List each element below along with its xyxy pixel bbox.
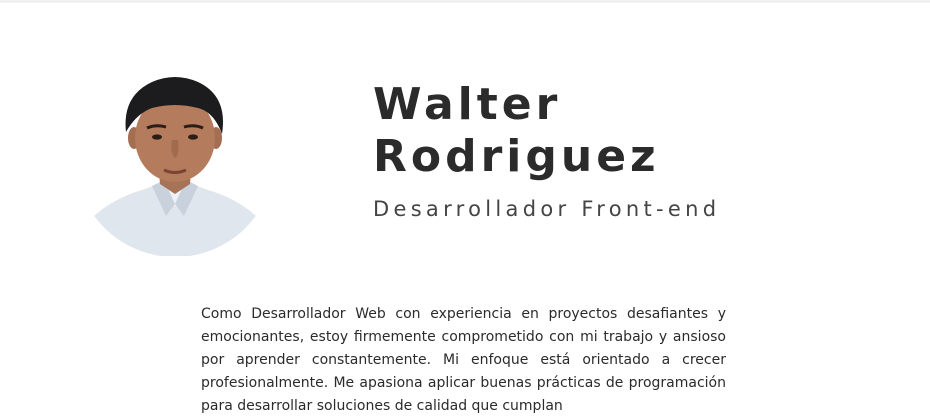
first-name: Walter xyxy=(373,79,562,130)
top-border xyxy=(0,0,930,3)
profile-avatar xyxy=(94,76,256,256)
name-heading: Walter Rodriguez xyxy=(373,79,660,183)
avatar-photo-icon xyxy=(94,76,256,256)
bio-paragraph: Como Desarrollador Web con experiencia e… xyxy=(201,306,726,414)
job-title: Desarrollador Front-end xyxy=(373,197,721,221)
last-name: Rodriguez xyxy=(373,131,660,182)
